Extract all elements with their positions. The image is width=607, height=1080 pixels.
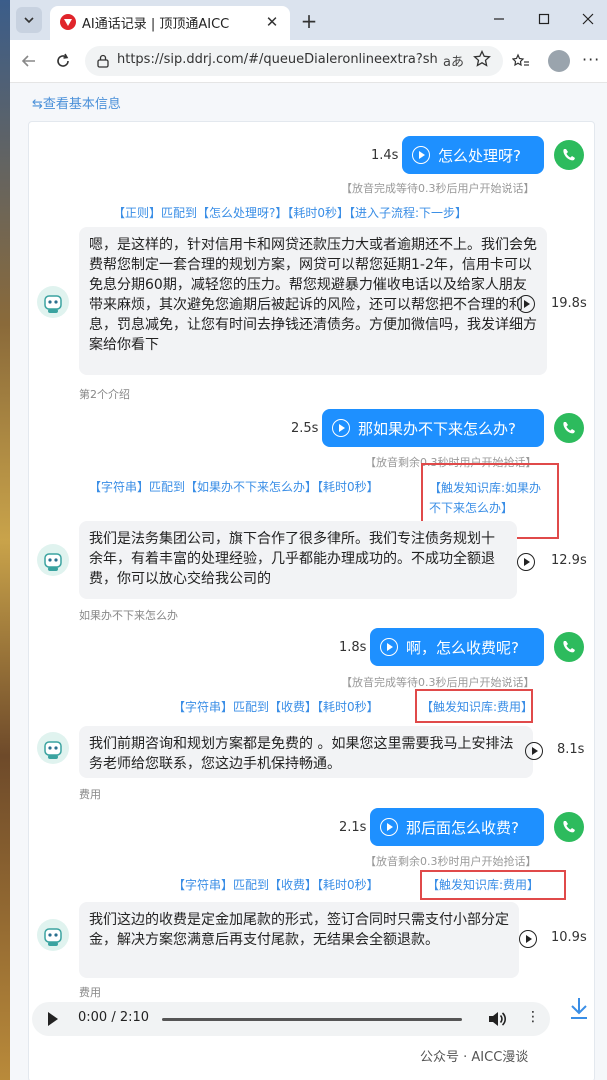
robot-icon	[44, 295, 62, 313]
node-note: 费用	[79, 788, 101, 801]
play-icon[interactable]	[517, 295, 535, 313]
user-message-bubble[interactable]: 啊，怎么收费呢?	[370, 628, 544, 666]
user-audio-duration: 2.1s	[339, 820, 367, 835]
play-icon	[380, 818, 398, 836]
maximize-button[interactable]	[533, 8, 555, 30]
chevron-down-icon	[24, 17, 34, 24]
user-message-text: 那后面怎么收费?	[406, 818, 519, 837]
user-audio-duration: 1.8s	[339, 640, 367, 655]
user-timing-hint: 【放音完成等待0.3秒后用户开始说话】	[341, 182, 535, 195]
favorite-star-icon[interactable]	[473, 50, 491, 68]
user-message-text: 怎么处理呀?	[438, 146, 521, 165]
highlight-box	[415, 689, 533, 723]
robot-avatar	[37, 544, 69, 576]
address-toolbar: https://sip.ddrj.com/#/queueDialeronline…	[10, 40, 607, 83]
bot-message-bubble: 我们这边的收费是定金加尾款的形式，签订合同时只需支付小部分定金，解决方案您满意后…	[79, 902, 519, 978]
phone-icon	[554, 632, 584, 662]
audio-more-icon[interactable]: ⋮	[526, 1009, 540, 1025]
audio-player[interactable]: 0:00 / 2:10 ⋮	[32, 1002, 550, 1036]
back-button[interactable]	[18, 50, 40, 72]
lock-icon	[97, 54, 109, 68]
bot-message-bubble: 嗯，是这样的，针对信用卡和网贷还款压力大或者逾期还不上。我们会免费帮您制定一套合…	[79, 227, 547, 375]
tab-list-button[interactable]	[16, 7, 42, 33]
match-info: 【字符串】匹配到【收费】【耗时0秒】	[173, 878, 379, 892]
audio-progress-track[interactable]	[162, 1018, 462, 1021]
reload-button[interactable]	[52, 50, 74, 72]
robot-icon	[44, 741, 62, 759]
phone-icon	[554, 812, 584, 842]
minimize-icon	[494, 18, 504, 20]
user-audio-duration: 2.5s	[291, 421, 319, 436]
close-window-button[interactable]	[577, 8, 599, 30]
robot-icon	[44, 928, 62, 946]
browser-window: AI通话记录 | 顶顶通AICC ✕ + https://sip.ddrj.co…	[10, 0, 607, 1080]
highlight-box	[420, 870, 566, 900]
title-bar: AI通话记录 | 顶顶通AICC ✕ +	[10, 0, 607, 40]
user-message-text: 那如果办不下来怎么办?	[358, 419, 516, 438]
bot-audio-duration: 10.9s	[551, 930, 587, 945]
read-aloud-button[interactable]: aあ	[443, 51, 464, 70]
play-icon	[332, 419, 350, 437]
new-tab-button[interactable]: +	[298, 9, 320, 33]
play-button[interactable]	[48, 1012, 58, 1026]
user-message-text: 啊，怎么收费呢?	[406, 638, 519, 657]
match-info: 【正则】匹配到【怎么处理呀?】【耗时0秒】【进入子流程:下一步】	[113, 206, 468, 220]
node-note: 费用	[79, 986, 101, 999]
match-info: 【字符串】匹配到【如果办不下来怎么办】【耗时0秒】	[89, 480, 379, 494]
bot-audio-duration: 19.8s	[551, 296, 587, 311]
arrow-left-icon	[21, 55, 35, 67]
reload-icon	[57, 53, 69, 67]
site-favicon-icon	[60, 14, 76, 30]
close-icon	[582, 13, 594, 25]
desktop-background	[0, 0, 10, 1080]
conversation-panel: 1.4s 怎么处理呀? 【放音完成等待0.3秒后用户开始说话】 【正则】匹配到【…	[28, 121, 595, 1080]
play-icon	[380, 638, 398, 656]
page-content: ⇆查看基本信息 1.4s 怎么处理呀? 【放音完成等待0.3秒后用户开始说话】 …	[10, 83, 607, 1080]
tab-title: AI通话记录 | 顶顶通AICC	[82, 17, 230, 32]
minimize-button[interactable]	[488, 8, 510, 30]
node-note: 第2个介绍	[79, 388, 130, 401]
play-icon	[412, 146, 430, 164]
play-icon[interactable]	[525, 742, 543, 760]
url-text: https://sip.ddrj.com/#/queueDialeronline…	[117, 52, 437, 67]
robot-avatar	[37, 732, 69, 764]
robot-avatar	[37, 286, 69, 318]
phone-icon	[554, 413, 584, 443]
audio-time: 0:00 / 2:10	[78, 1010, 150, 1025]
phone-icon	[554, 140, 584, 170]
bot-message-bubble: 我们前期咨询和规划方案都是免费的 。如果您这里需要我马上安排法务老师给您联系，您…	[79, 726, 533, 778]
bot-audio-duration: 12.9s	[551, 553, 587, 568]
robot-icon	[44, 553, 62, 571]
bot-audio-duration: 8.1s	[557, 742, 585, 757]
maximize-icon	[538, 13, 550, 25]
node-note: 如果办不下来怎么办	[79, 609, 178, 622]
user-timing-hint: 【放音剩余0.3秒时用户开始抢话】	[365, 855, 537, 868]
view-basic-info-link[interactable]: ⇆查看基本信息	[32, 93, 121, 112]
user-message-bubble[interactable]: 那如果办不下来怎么办?	[322, 409, 544, 447]
user-message-bubble[interactable]: 那后面怎么收费?	[370, 808, 544, 846]
favorites-list-icon	[512, 53, 529, 67]
play-icon[interactable]	[519, 930, 537, 948]
bot-message-bubble: 我们是法务集团公司，旗下合作了很多律所。我们专注债务规划十余年，有着丰富的处理经…	[79, 521, 517, 599]
match-info: 【字符串】匹配到【收费】【耗时0秒】	[173, 700, 379, 714]
more-menu-icon[interactable]: ···	[582, 50, 600, 69]
download-arrow-icon[interactable]	[568, 996, 590, 1020]
close-tab-icon[interactable]: ✕	[262, 12, 282, 32]
tab-active[interactable]: AI通话记录 | 顶顶通AICC ✕	[50, 6, 290, 40]
profile-avatar[interactable]	[548, 50, 570, 72]
user-timing-hint: 【放音完成等待0.3秒后用户开始说话】	[341, 676, 535, 689]
url-bar[interactable]: https://sip.ddrj.com/#/queueDialeronline…	[85, 46, 503, 76]
user-message-bubble[interactable]: 怎么处理呀?	[402, 136, 544, 174]
robot-avatar	[37, 919, 69, 951]
play-icon[interactable]	[517, 553, 535, 571]
user-audio-duration: 1.4s	[371, 148, 399, 163]
favorites-button[interactable]	[510, 50, 532, 72]
volume-icon[interactable]	[487, 1010, 507, 1028]
watermark: 公众号 · AICC漫谈	[420, 1050, 529, 1065]
